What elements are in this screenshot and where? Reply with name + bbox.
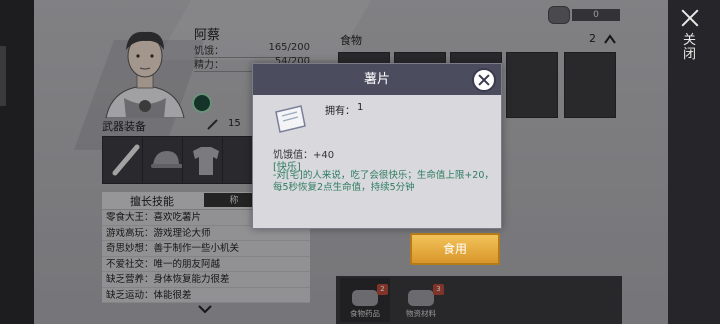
eat-button[interactable]: 食用 xyxy=(410,233,500,265)
item-detail-popup: 薯片 拥有： 1 饥饿值：+40 [快乐] -对[宅]的人来说，吃了会很快乐；生… xyxy=(252,63,502,229)
close-icon[interactable] xyxy=(681,9,699,27)
owned-label: 拥有： xyxy=(325,106,355,117)
close-label[interactable]: 关闭 xyxy=(683,34,697,62)
owned-value: 1 xyxy=(357,102,364,113)
popup-title: 薯片 xyxy=(363,72,390,87)
effect-description: -对[宅]的人来说，吃了会很快乐；生命值上限+20，每5秒恢复2点生命值，持续5… xyxy=(273,170,494,193)
left-edge xyxy=(0,0,34,324)
close-icon[interactable] xyxy=(472,68,496,92)
chips-icon xyxy=(275,105,306,133)
left-edge-bar xyxy=(0,46,6,106)
